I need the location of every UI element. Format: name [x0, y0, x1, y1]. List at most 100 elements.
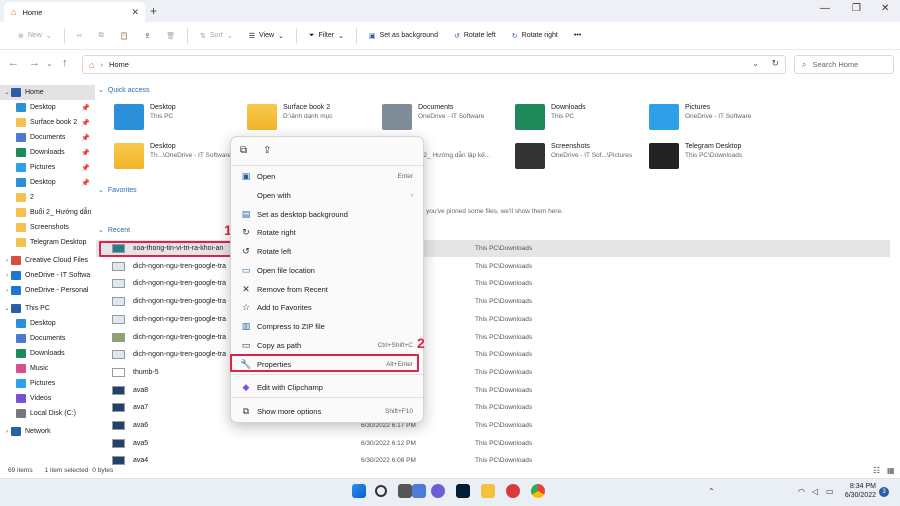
photoshop-icon[interactable] [456, 484, 470, 498]
table-row[interactable]: ava6 6/30/2022 6:17 PM This PC\Downloads [96, 417, 890, 434]
table-row[interactable]: dich-ngon-ngu-tren-google-tra This PC\Dow… [96, 258, 890, 275]
sidebar-item[interactable]: › OneDrive - IT Softwa [0, 268, 95, 283]
sidebar-item[interactable]: › Creative Cloud Files [0, 253, 95, 268]
back-button[interactable]: ← [8, 57, 19, 69]
tab-home[interactable]: ⌂ Home ✕ [4, 2, 145, 22]
quick-access-item[interactable]: Telegram Desktop This PC\Downloads [649, 143, 779, 169]
table-row[interactable]: dich-ngon-ngu-tren-google-tra This PC\Dow… [96, 293, 890, 310]
expand-chevron-icon[interactable]: ⌄ [3, 89, 11, 96]
sidebar-item[interactable]: Buổi 2_ Hướng dẫn [0, 205, 95, 220]
context-menu-item[interactable]: ✕ Remove from Recent [235, 280, 421, 298]
expand-chevron-icon[interactable]: ⌄ [3, 305, 11, 312]
expand-chevron-icon[interactable]: › [3, 288, 11, 294]
task-view-icon[interactable] [398, 484, 412, 498]
sidebar-item[interactable]: Local Disk (C:) [0, 406, 95, 421]
battery-icon[interactable]: ▭ [826, 487, 834, 496]
more-button[interactable]: ••• [566, 26, 589, 46]
breadcrumb[interactable]: Home [109, 60, 129, 69]
sidebar-item[interactable]: ⌄ Home [0, 85, 95, 100]
sidebar-item[interactable]: Music [0, 361, 95, 376]
table-row[interactable]: dich-ngon-ngu-tren-google-tra This PC\Dow… [96, 275, 890, 292]
start-icon[interactable] [352, 484, 366, 498]
expand-chevron-icon[interactable]: › [3, 273, 11, 279]
notification-badge[interactable]: 3 [879, 487, 889, 497]
section-quick-access[interactable]: ⌄ Quick access [98, 86, 150, 95]
sidebar-item[interactable]: Desktop [0, 316, 95, 331]
chrome-icon[interactable] [531, 484, 545, 498]
sidebar-item[interactable]: Pictures 📌 [0, 160, 95, 175]
expand-chevron-icon[interactable]: › [3, 258, 11, 264]
new-button[interactable]: ⊕ New ⌄ [10, 26, 60, 46]
context-menu-item[interactable]: ▤ Set as desktop background [235, 205, 421, 223]
sidebar-item[interactable]: Documents [0, 331, 95, 346]
context-menu-item[interactable]: ▭ Open file location [235, 261, 421, 279]
rotate-left-button[interactable]: ↺ Rotate left [446, 26, 504, 46]
search-icon[interactable] [375, 485, 387, 497]
tiles-view-icon[interactable]: ▦ [887, 466, 895, 475]
recent-locations-icon[interactable]: ⌄ [46, 59, 53, 68]
sidebar-item[interactable]: ⌄ This PC [0, 301, 95, 316]
minimize-button[interactable]: — [820, 3, 830, 14]
cut-button[interactable]: ✂ [69, 26, 91, 46]
rotate-right-button[interactable]: ↻ Rotate right [504, 26, 566, 46]
expand-chevron-icon[interactable]: › [3, 429, 11, 435]
sidebar-item[interactable]: 2 [0, 190, 95, 205]
file-explorer-icon[interactable] [481, 484, 495, 498]
table-row[interactable]: dich-ngon-ngu-tren-google-tra This PC\Dow… [96, 311, 890, 328]
address-bar[interactable]: ⌂ › Home ⌄ ↻ [82, 55, 786, 74]
delete-button[interactable]: 🗑 [158, 26, 183, 46]
details-view-icon[interactable]: ☷ [873, 466, 880, 475]
search-input[interactable]: ⌕ Search Home [794, 55, 894, 74]
share-icon[interactable]: ⇪ [263, 145, 271, 156]
maximize-button[interactable]: ❐ [852, 3, 861, 14]
sidebar-item[interactable]: Surface book 2 📌 [0, 115, 95, 130]
table-row[interactable]: thumb-5 This PC\Downloads [96, 364, 890, 381]
copy-button[interactable]: ⧉ [91, 26, 112, 46]
sidebar-item[interactable]: Downloads [0, 346, 95, 361]
sidebar-item[interactable]: Desktop 📌 [0, 100, 95, 115]
context-menu-item[interactable]: Open with › [235, 186, 421, 204]
section-recent[interactable]: ⌄ Recent [98, 226, 130, 235]
up-button[interactable]: ↑ [62, 57, 68, 69]
close-window-button[interactable]: ✕ [881, 3, 889, 14]
quick-access-item[interactable]: Pictures OneDrive - IT Software [649, 104, 779, 130]
widgets-icon[interactable] [412, 484, 426, 498]
sidebar-item[interactable]: Pictures [0, 376, 95, 391]
sidebar-item[interactable]: Screenshots [0, 220, 95, 235]
sidebar-item[interactable]: Videos [0, 391, 95, 406]
context-menu-item[interactable]: ▥ Compress to ZIP file [235, 317, 421, 335]
close-tab-icon[interactable]: ✕ [131, 7, 139, 18]
quick-access-item[interactable]: Surface book 2 D:\ảnh danh mục [247, 104, 377, 130]
quick-access-item[interactable]: Desktop Th...\OneDrive - IT Software [114, 143, 244, 169]
section-favorites[interactable]: ⌄ Favorites [98, 186, 137, 195]
refresh-icon[interactable]: ↻ [771, 58, 779, 69]
teams-chat-icon[interactable] [431, 484, 445, 498]
context-menu-item[interactable]: ▣ Open Enter [235, 167, 421, 185]
wifi-icon[interactable]: ◠ [798, 487, 805, 496]
context-menu-item[interactable]: ☆ Add to Favorites [235, 298, 421, 316]
sidebar-item[interactable]: Documents 📌 [0, 130, 95, 145]
table-row[interactable]: ava5 6/30/2022 6:12 PM This PC\Downloads [96, 435, 890, 452]
table-row[interactable]: ava8 This PC\Downloads [96, 382, 890, 399]
context-menu-item[interactable]: ⧉ Show more options Shift+F10 [235, 402, 421, 420]
sidebar-item[interactable]: Telegram Desktop [0, 235, 95, 250]
app-icon[interactable] [506, 484, 520, 498]
sidebar-item[interactable]: Downloads 📌 [0, 145, 95, 160]
speaker-icon[interactable]: ◁ [812, 487, 818, 496]
forward-button[interactable]: → [29, 57, 40, 69]
share-button[interactable]: ⇪ [136, 26, 158, 46]
new-tab-button[interactable]: + [150, 4, 157, 18]
view-button[interactable]: ☰ View ⌄ [241, 26, 292, 46]
context-menu-item[interactable]: ◆ Edit with Clipchamp [235, 378, 421, 396]
clock[interactable]: 8:34 PM 6/30/2022 [840, 483, 876, 499]
sidebar-item[interactable]: › Network [0, 424, 95, 439]
quick-access-item[interactable]: Downloads This PC [515, 104, 645, 130]
quick-access-item[interactable]: Documents OneDrive - IT Software [382, 104, 512, 130]
set-background-button[interactable]: ▣ Set as background [361, 26, 446, 46]
copy-icon[interactable]: ⧉ [240, 145, 247, 156]
quick-access-item[interactable]: Desktop This PC [114, 104, 244, 130]
chevron-up-icon[interactable]: ⌃ [708, 487, 715, 496]
sort-button[interactable]: ⇅ Sort ⌄ [192, 26, 241, 46]
paste-button[interactable]: 📋 [112, 26, 137, 46]
table-row[interactable]: dich-ngon-ngu-tren-google-tra This PC\Dow… [96, 329, 890, 346]
